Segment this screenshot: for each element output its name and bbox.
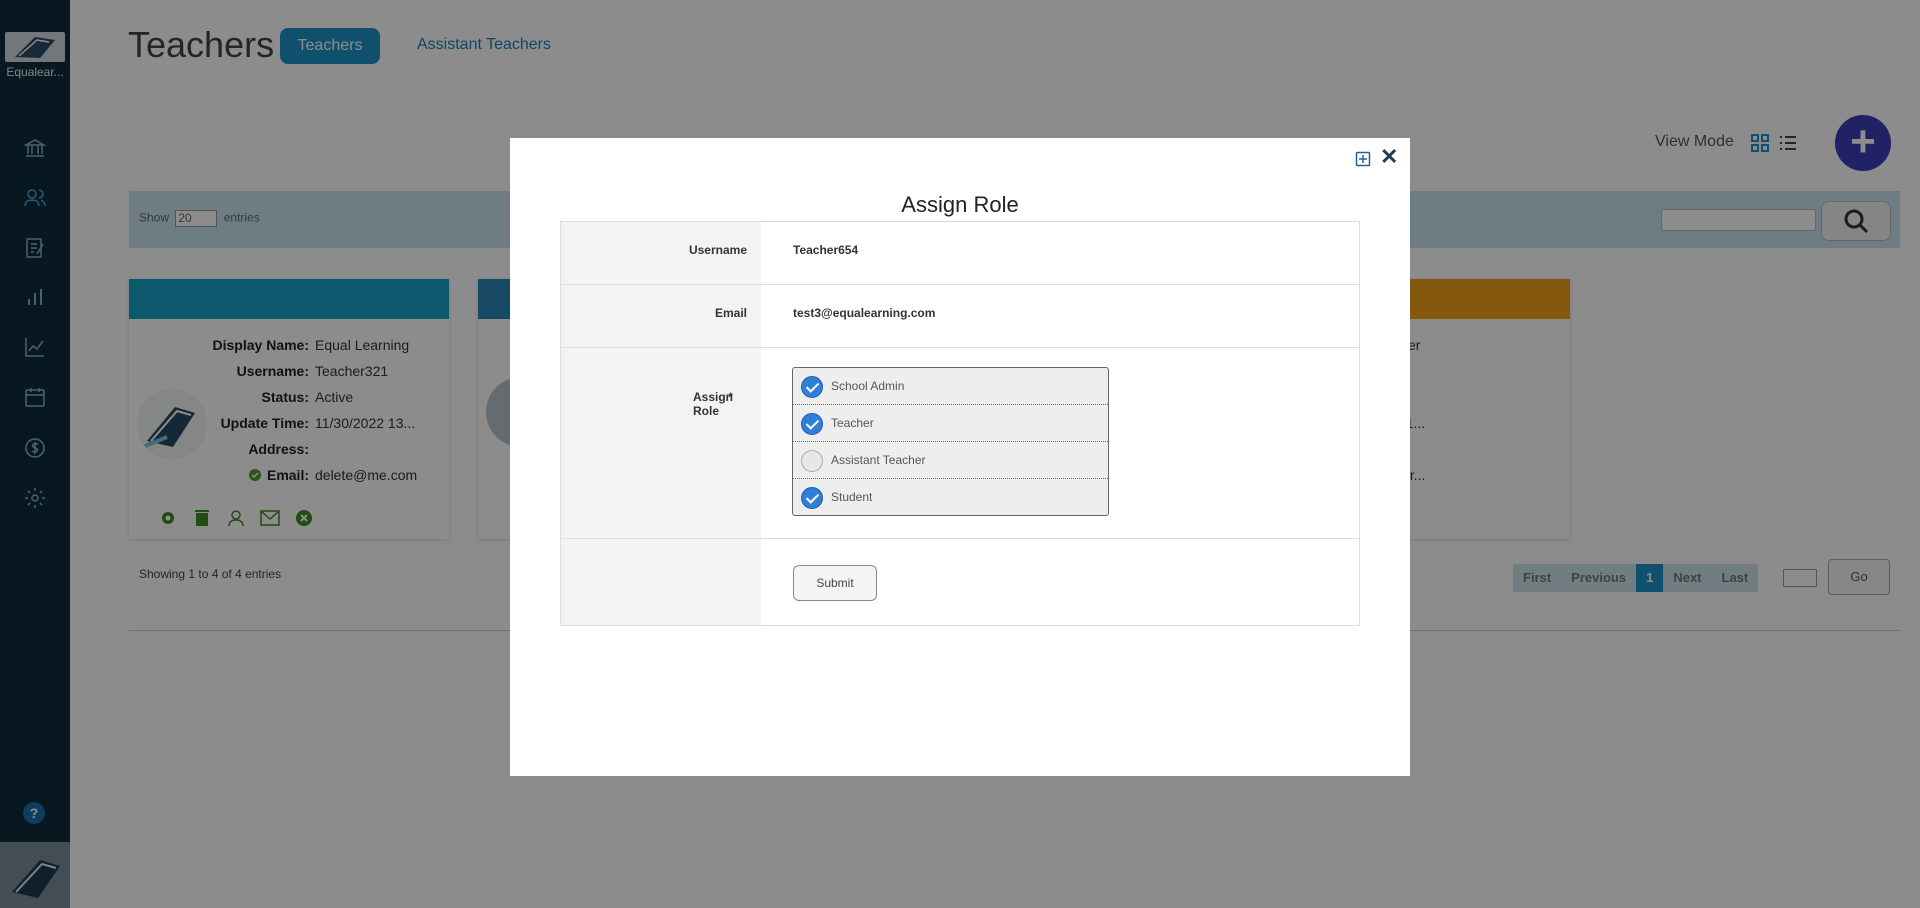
checkbox-checked-icon[interactable] — [801, 487, 823, 509]
assign-role-dialog: ✕ Assign Role Username Teacher654 Email … — [510, 138, 1410, 776]
username-label: Username — [688, 243, 747, 257]
role-label: Assistant Teacher — [831, 453, 926, 467]
dialog-title: Assign Role — [901, 192, 1019, 217]
checkbox-checked-icon[interactable] — [801, 413, 823, 435]
checkbox-unchecked-icon[interactable] — [801, 450, 823, 472]
close-icon[interactable]: ✕ — [1380, 146, 1398, 168]
assign-role-label: Assign Role — [692, 390, 733, 418]
email-row: Email test3@equalearning.com — [561, 285, 1359, 348]
role-option-assistant-teacher[interactable]: Assistant Teacher — [793, 442, 1108, 479]
assign-role-form: Username Teacher654 Email test3@equalear… — [560, 221, 1360, 626]
role-option-school-admin[interactable]: School Admin — [793, 368, 1108, 405]
email-label: Email — [714, 306, 747, 320]
role-option-teacher[interactable]: Teacher — [793, 405, 1108, 442]
role-label: Teacher — [831, 416, 874, 430]
role-option-student[interactable]: Student — [793, 479, 1108, 516]
role-label: Student — [831, 490, 873, 504]
username-row: Username Teacher654 — [561, 222, 1359, 285]
assign-role-row: * Assign Role School Admin Teacher Assist… — [561, 348, 1359, 539]
checkbox-checked-icon[interactable] — [801, 376, 823, 398]
submit-button[interactable]: Submit — [793, 565, 877, 601]
username-value: Teacher654 — [793, 243, 859, 257]
maximize-icon[interactable] — [1355, 151, 1371, 167]
submit-row: Submit — [561, 539, 1359, 625]
email-value: test3@equalearning.com — [793, 306, 936, 320]
role-label: School Admin — [831, 379, 905, 393]
role-checklist: School Admin Teacher Assistant Teacher S… — [792, 367, 1109, 516]
